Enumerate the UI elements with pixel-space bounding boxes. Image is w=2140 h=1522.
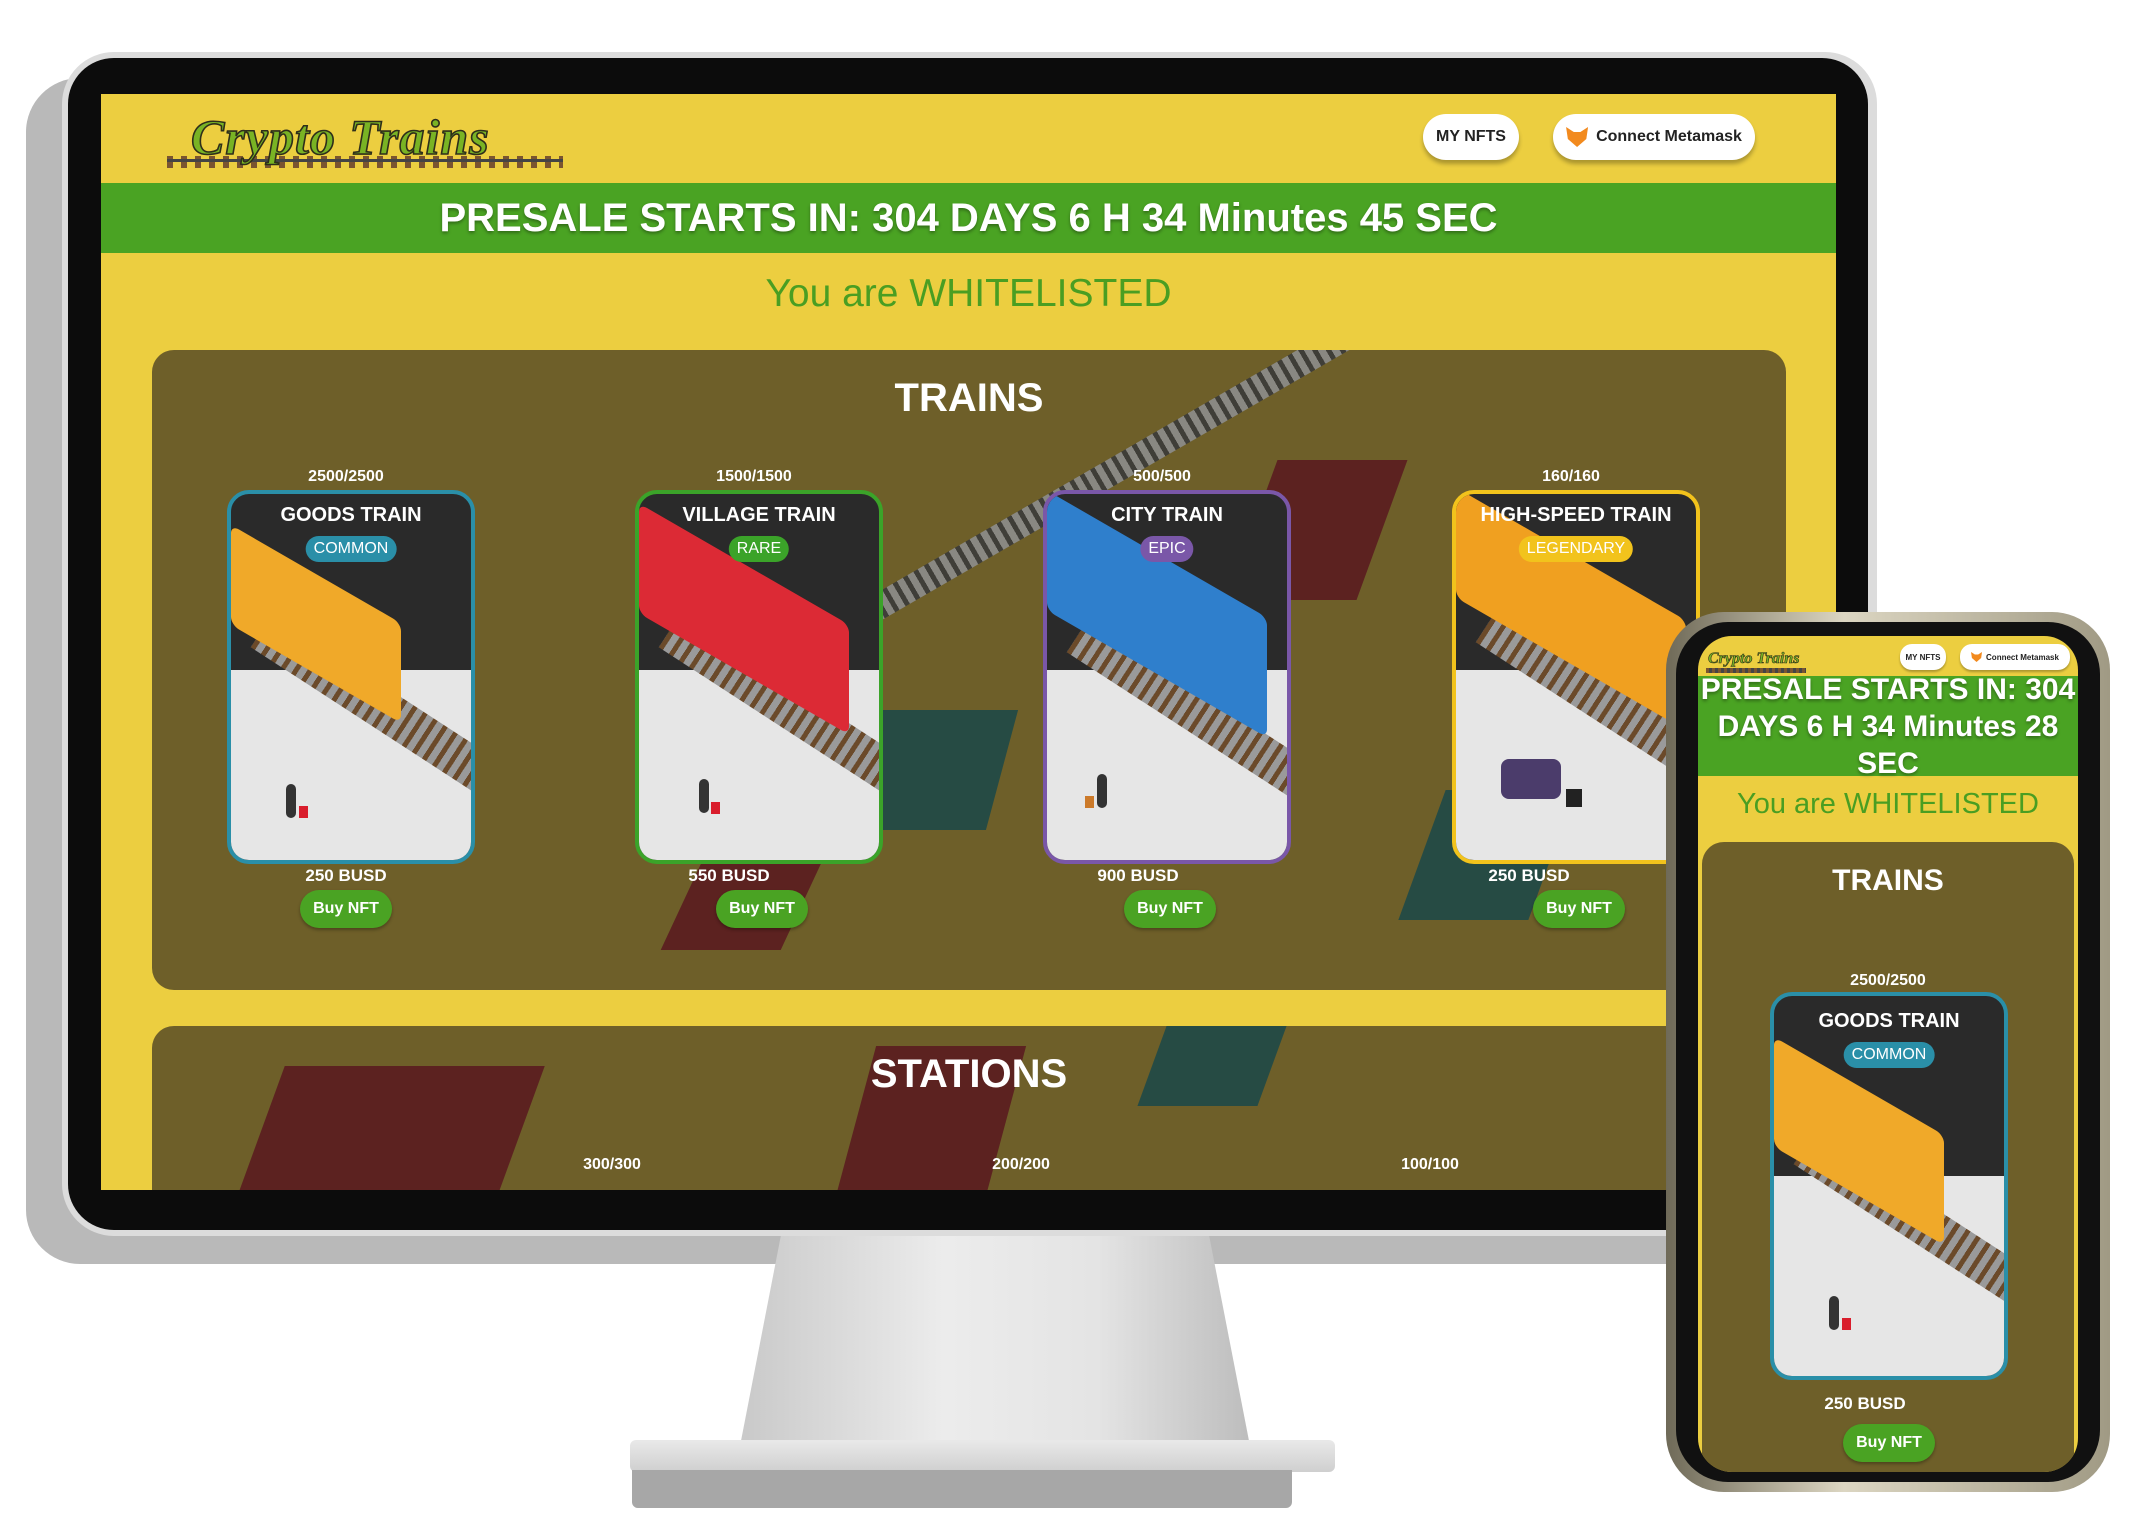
buy-nft-button[interactable]: Buy NFT (1843, 1424, 1935, 1462)
trains-title: TRAINS (1832, 864, 1944, 897)
card-price: 550 BUSD (688, 866, 770, 885)
logo-text: Crypto Trains (190, 108, 490, 166)
presale-countdown-banner: PRESALE STARTS IN: 304 DAYS 6 H 34 Minut… (1698, 673, 2078, 780)
card-supply-count: 160/160 (1542, 468, 1600, 485)
buy-nft-button[interactable]: Buy NFT (1533, 890, 1625, 928)
metamask-fox-icon (1566, 127, 1589, 147)
connect-metamask-label: Connect Metamask (1986, 652, 2059, 662)
card-price: 250 BUSD (1824, 1394, 1906, 1413)
presale-countdown-banner: PRESALE STARTS IN: 304 DAYS 6 H 34 Minut… (101, 183, 1836, 253)
stations-section: STATIONS 300/300 200/200 100/100 (152, 1026, 1786, 1190)
connect-metamask-label: Connect Metamask (1596, 128, 1742, 145)
nft-card-goods-train[interactable]: GOODS TRAIN COMMON (1770, 992, 2008, 1380)
card-supply-count: 2500/2500 (308, 468, 384, 485)
mobile-screen: Crypto Trains MY NFTS Connect Metamask P… (1698, 636, 2078, 1472)
monitor-stand (740, 1236, 1250, 1446)
passenger-figure (1097, 774, 1107, 808)
passenger-figure (286, 784, 296, 818)
my-nfts-label: MY NFTS (1436, 128, 1506, 145)
rarity-badge: LEGENDARY (1518, 536, 1634, 562)
nft-card-high-speed-train[interactable]: HIGH-SPEED TRAIN LEGENDARY (1452, 490, 1700, 864)
buy-nft-button[interactable]: Buy NFT (716, 890, 808, 928)
buy-nft-button[interactable]: Buy NFT (1124, 890, 1216, 928)
buy-nft-button[interactable]: Buy NFT (300, 890, 392, 928)
trains-section: TRAINS 2500/2500 GOODS TRAIN COMMON 250 … (152, 350, 1786, 990)
luggage-figure (1085, 796, 1094, 808)
trains-section: TRAINS 2500/2500 GOODS TRAIN COMMON 250 … (1702, 842, 2074, 1472)
passenger-figure (1829, 1296, 1839, 1330)
card-title: GOODS TRAIN (280, 504, 422, 526)
nft-card-village-train[interactable]: VILLAGE TRAIN RARE (635, 490, 883, 864)
card-supply-count: 500/500 (1133, 468, 1191, 485)
card-title: HIGH-SPEED TRAIN (1480, 504, 1672, 526)
card-title: CITY TRAIN (1111, 504, 1223, 526)
luggage-figure (1566, 789, 1582, 807)
luggage-figure (299, 806, 308, 818)
trains-title: TRAINS (894, 376, 1044, 420)
connect-metamask-button[interactable]: Connect Metamask (1553, 114, 1755, 160)
card-supply-count: 1500/1500 (716, 468, 792, 485)
luggage-figure (711, 802, 720, 814)
luggage-figure (1842, 1318, 1851, 1330)
nft-card-goods-train[interactable]: GOODS TRAIN COMMON (227, 490, 475, 864)
my-nfts-button[interactable]: MY NFTS (1423, 114, 1519, 160)
whitelist-status: You are WHITELISTED (765, 272, 1172, 315)
whitelist-status: You are WHITELISTED (1737, 788, 2039, 820)
card-price: 900 BUSD (1097, 866, 1179, 885)
card-title: VILLAGE TRAIN (682, 504, 836, 526)
card-title: GOODS TRAIN (1818, 1010, 1960, 1032)
card-price: 250 BUSD (1488, 866, 1570, 885)
station-supply-count: 200/200 (992, 1156, 1050, 1173)
presale-countdown-text: PRESALE STARTS IN: 304 DAYS 6 H 34 Minut… (439, 195, 1498, 240)
station-supply-count: 300/300 (583, 1156, 641, 1173)
header: Crypto Trains MY NFTS Connect Metamask (101, 94, 1836, 183)
card-supply-count: 2500/2500 (1850, 972, 1926, 989)
rarity-badge: COMMON (1843, 1042, 1935, 1068)
presale-countdown-text: PRESALE STARTS IN: 304 DAYS 6 H 34 Minut… (1700, 672, 2076, 780)
monitor-stand-foot (632, 1470, 1292, 1508)
site-logo[interactable]: Crypto Trains (1708, 650, 1800, 668)
desktop-screen: Crypto Trains MY NFTS Connect Metamask P… (101, 94, 1836, 1190)
card-price: 250 BUSD (305, 866, 387, 885)
connect-metamask-button[interactable]: Connect Metamask (1960, 644, 2070, 670)
station-supply-count: 100/100 (1401, 1156, 1459, 1173)
site-logo[interactable]: Crypto Trains (167, 106, 567, 170)
nft-card-city-train[interactable]: CITY TRAIN EPIC (1043, 490, 1291, 864)
rarity-badge: RARE (728, 536, 790, 562)
metamask-fox-icon (1971, 652, 1983, 662)
rarity-badge: EPIC (1140, 536, 1194, 562)
rarity-badge: COMMON (305, 536, 397, 562)
stations-title: STATIONS (870, 1052, 1068, 1096)
my-nfts-button[interactable]: MY NFTS (1900, 644, 1946, 670)
monitor-stand-base (630, 1440, 1335, 1472)
seated-passengers (1501, 759, 1561, 799)
passenger-figure (699, 779, 709, 813)
my-nfts-label: MY NFTS (1905, 652, 1941, 662)
